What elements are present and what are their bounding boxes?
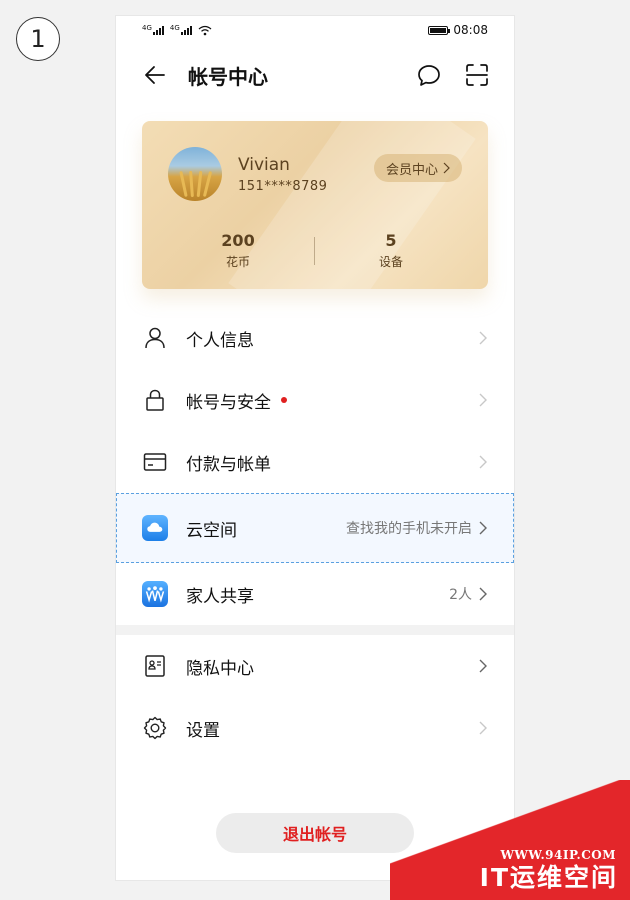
menu-label: 付款与帐单: [186, 454, 271, 475]
message-icon[interactable]: [416, 62, 442, 88]
battery-icon: [428, 25, 451, 35]
chevron-right-icon: [479, 521, 487, 535]
user-name: Vivian: [238, 155, 290, 175]
user-phone: 151****8789: [238, 179, 328, 194]
menu-label: 帐号与安全: [186, 392, 271, 413]
menu-item-payment-billing[interactable]: 付款与帐单: [116, 431, 514, 493]
menu-item-account-security[interactable]: 帐号与安全: [116, 369, 514, 431]
menu-item-family-sharing[interactable]: 家人共享 2人: [116, 563, 514, 625]
chevron-right-icon: [479, 393, 487, 407]
menu-item-personal-info[interactable]: 个人信息: [116, 307, 514, 369]
person-icon: [142, 325, 168, 351]
profile-card[interactable]: Vivian 151****8789 会员中心 200 花币 5 设备: [142, 121, 488, 289]
network-type-label: 4G: [142, 24, 152, 32]
chevron-right-icon: [479, 587, 487, 601]
network-type-label-2: 4G: [169, 24, 180, 32]
family-app-icon: [142, 581, 168, 607]
menu-item-privacy-center[interactable]: 隐私中心: [116, 635, 514, 697]
menu-label: 隐私中心: [186, 658, 254, 679]
menu-label: 云空间: [186, 520, 237, 541]
cloud-app-icon: [142, 515, 168, 541]
step-number-badge: 1: [16, 17, 60, 61]
notification-dot: [281, 397, 287, 403]
section-divider: [116, 625, 514, 635]
signal-icon-2: [180, 25, 192, 35]
member-center-label: 会员中心: [385, 162, 438, 178]
status-bar: 4G 4G 08:08: [116, 16, 514, 44]
chevron-right-icon: [479, 455, 487, 469]
devices-label: 设备: [378, 255, 403, 269]
lock-icon: [142, 387, 168, 413]
menu-list: 个人信息 帐号与安全 付款与帐单 云空间 查找我的手机未开启 家人共享 2人 隐…: [116, 307, 514, 759]
wifi-icon: [198, 25, 212, 35]
card-icon: [142, 449, 168, 475]
menu-label: 家人共享: [186, 586, 254, 607]
coins-value: 200: [221, 231, 255, 250]
avatar[interactable]: [168, 147, 222, 201]
back-arrow-icon[interactable]: [142, 62, 168, 88]
gear-icon: [142, 715, 168, 741]
member-center-button[interactable]: 会员中心: [373, 154, 462, 182]
stat-coins[interactable]: 200 花币: [178, 231, 298, 270]
menu-label: 设置: [186, 720, 220, 741]
page-title: 帐号中心: [188, 64, 268, 89]
privacy-icon: [142, 653, 168, 679]
devices-value: 5: [385, 231, 397, 250]
app-header: 帐号中心: [116, 44, 514, 106]
watermark-title: IT运维空间: [479, 863, 618, 892]
menu-item-cloud-space[interactable]: 云空间 查找我的手机未开启: [116, 493, 514, 563]
menu-item-settings[interactable]: 设置: [116, 697, 514, 759]
chevron-right-icon: [479, 659, 487, 673]
chevron-right-icon: [479, 331, 487, 345]
chevron-right-icon: [443, 162, 450, 174]
find-phone-status: 查找我的手机未开启: [346, 521, 472, 537]
menu-label: 个人信息: [186, 330, 254, 351]
signal-icon: [152, 25, 164, 35]
scan-icon[interactable]: [464, 62, 490, 88]
logout-button[interactable]: 退出帐号: [216, 813, 414, 853]
phone-screen: 4G 4G 08:08 帐号中心 Vivian 151****8789 会员中心…: [116, 16, 514, 880]
coins-label: 花币: [225, 255, 250, 269]
stat-devices[interactable]: 5 设备: [331, 231, 451, 270]
chevron-right-icon: [479, 721, 487, 735]
watermark-logo: WWW.94IP.COM IT运维空间: [390, 780, 630, 900]
family-member-count: 2人: [449, 587, 472, 603]
stat-divider: [314, 237, 315, 265]
clock-time: 08:08: [453, 23, 488, 37]
signal-indicators: 4G 4G: [142, 24, 212, 36]
